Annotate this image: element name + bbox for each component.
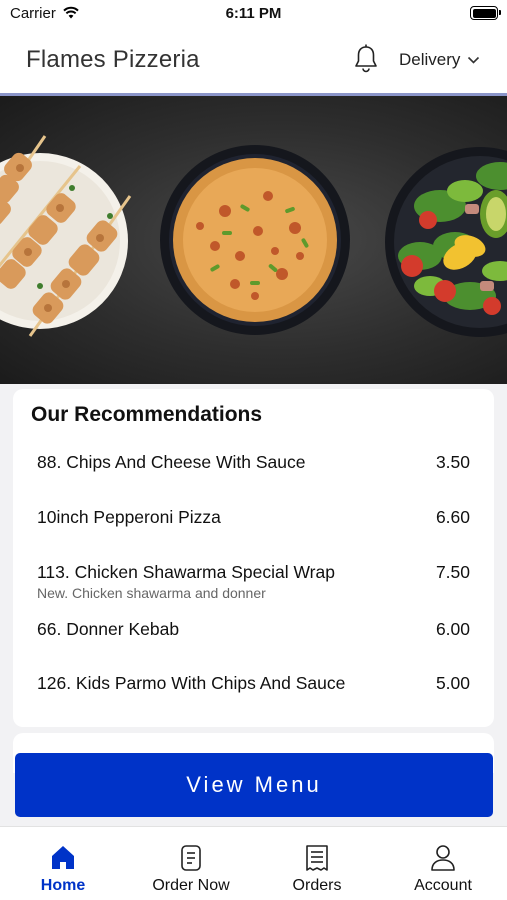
item-price: 6.60 [435,507,470,527]
item-price: 7.50 [435,562,470,582]
recommendation-item[interactable]: 113. Chicken Shawarma Special Wrap New. … [37,562,470,601]
nav-orders[interactable]: Orders [254,827,380,900]
item-price: 3.50 [435,452,470,472]
receipt-icon [306,845,328,871]
nav-order-now-label: Order Now [152,877,230,894]
bottom-nav: Home Order Now Orders Account [0,826,507,900]
nav-order-now[interactable]: Order Now [128,827,254,900]
person-icon [431,845,455,871]
notifications-button[interactable] [349,42,383,76]
app-screen: Carrier 6:11 PM Flames Pizzeria Delivery [0,0,507,900]
nav-home-label: Home [40,877,86,894]
pizza-image [160,145,350,335]
salad-image [385,147,507,337]
item-name: 126. Kids Parmo With Chips And Sauce [37,673,346,693]
status-bar: Carrier 6:11 PM [0,0,507,26]
status-time: 6:11 PM [225,5,282,22]
item-name: 10inch Pepperoni Pizza [37,507,221,527]
recommendation-item[interactable]: 126. Kids Parmo With Chips And Sauce 5.0… [37,673,470,694]
item-name: 113. Chicken Shawarma Special Wrap [37,562,335,582]
item-description: New. Chicken shawarma and donner [37,585,266,601]
recommendation-item[interactable]: 66. Donner Kebab 6.00 [37,619,470,640]
recommendations-card: Our Recommendations 88. Chips And Cheese… [13,389,494,727]
item-price: 5.00 [435,673,470,693]
delivery-mode-label: Delivery [399,50,461,69]
view-menu-button[interactable]: View Menu [15,753,493,817]
home-icon [52,846,74,869]
nav-account-label: Account [414,877,472,894]
battery-icon [470,6,501,20]
nav-account[interactable]: Account [380,827,506,900]
item-name: 88. Chips And Cheese With Sauce [37,452,306,472]
nav-orders-label: Orders [292,877,342,894]
bell-icon [355,44,377,73]
item-price: 6.00 [435,619,470,639]
app-header: Flames Pizzeria Delivery [0,26,507,94]
order-icon [181,845,201,871]
delivery-mode-select[interactable]: Delivery [399,50,480,70]
kebab-plate-image [0,135,132,337]
recommendation-item[interactable]: 88. Chips And Cheese With Sauce 3.50 [37,452,470,473]
recommendation-item[interactable]: 10inch Pepperoni Pizza 6.60 [37,507,470,528]
item-name: 66. Donner Kebab [37,619,180,639]
chevron-down-icon [468,56,480,64]
hero-banner-image [0,96,507,384]
app-title: Flames Pizzeria [26,46,200,73]
nav-home[interactable]: Home [0,827,126,900]
recommendations-title: Our Recommendations [31,403,263,426]
